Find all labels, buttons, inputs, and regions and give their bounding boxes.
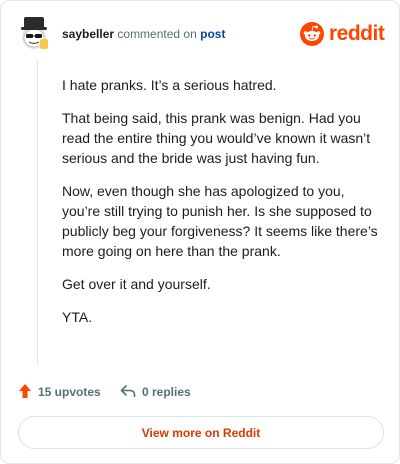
comment-paragraph: Get over it and yourself. bbox=[62, 276, 211, 292]
username-link[interactable]: saybeller bbox=[62, 27, 114, 41]
reddit-wordmark: reddit bbox=[329, 22, 385, 45]
comment-paragraph: That being said, this prank was benign. … bbox=[62, 110, 371, 166]
reddit-logo-icon bbox=[300, 22, 324, 46]
thread-line bbox=[37, 61, 38, 366]
post-link[interactable]: post bbox=[200, 27, 225, 41]
upvotes-label: 15 upvotes bbox=[38, 385, 101, 399]
comment-paragraph: I hate pranks. It’s a serious hatred. bbox=[62, 77, 277, 93]
comment-paragraph: Now, even though she has apologized to y… bbox=[62, 183, 378, 259]
comment-byline: saybeller commented on post bbox=[62, 27, 225, 41]
upvotes-stat[interactable]: 15 upvotes bbox=[18, 382, 101, 402]
upvote-arrow-icon bbox=[18, 383, 38, 402]
comment-embed-card: saybeller commented on post reddit I hat… bbox=[0, 0, 400, 464]
comment-header: saybeller commented on post reddit bbox=[18, 15, 385, 55]
comment-paragraph: YTA. bbox=[62, 309, 93, 325]
replies-label: 0 replies bbox=[142, 385, 191, 399]
snoo-avatar-icon[interactable] bbox=[18, 15, 50, 51]
comment-body: I hate pranks. It’s a serious hatred. Th… bbox=[62, 75, 382, 340]
replies-stat[interactable]: 0 replies bbox=[120, 382, 191, 402]
reddit-brand[interactable]: reddit bbox=[300, 22, 385, 48]
comment-footer: 15 upvotes 0 replies bbox=[18, 382, 384, 402]
reply-arrow-icon bbox=[120, 384, 142, 401]
commented-on-text: commented on bbox=[117, 27, 197, 41]
view-more-button[interactable]: View more on Reddit bbox=[18, 416, 384, 449]
